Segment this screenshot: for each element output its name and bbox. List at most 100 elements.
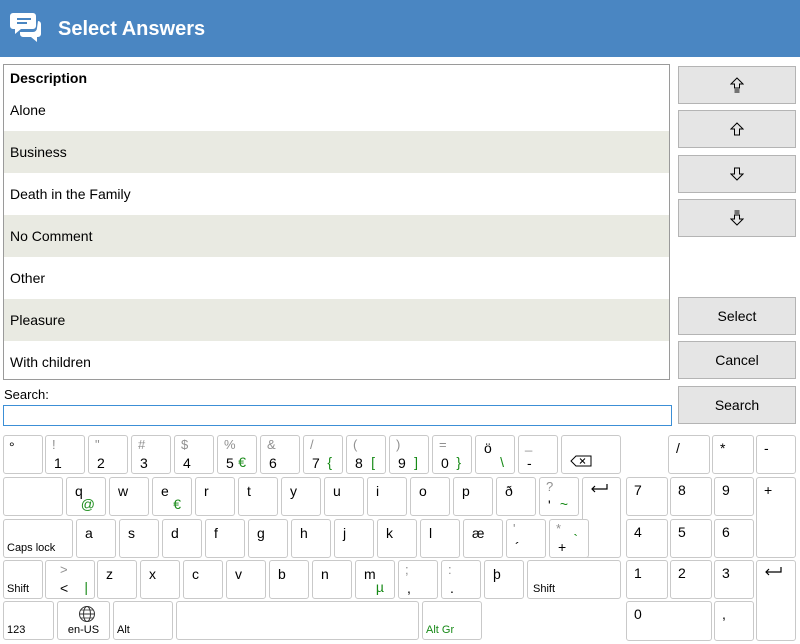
key-2[interactable]: " 2 xyxy=(88,435,128,474)
key-plus[interactable]: * + ` xyxy=(549,519,589,558)
shift-left-key[interactable]: Shift xyxy=(3,560,43,599)
numpad-1[interactable]: 1 xyxy=(626,560,668,599)
select-button[interactable]: Select xyxy=(678,297,796,335)
numpad-divide[interactable]: / xyxy=(668,435,710,474)
alt-gr-key[interactable]: Alt Gr xyxy=(422,601,482,640)
numpad-5[interactable]: 5 xyxy=(670,519,712,558)
key-tab-blank[interactable] xyxy=(3,477,63,516)
key-j[interactable]: j xyxy=(334,519,374,558)
search-input[interactable] xyxy=(3,405,672,426)
key-s[interactable]: s xyxy=(119,519,159,558)
move-down-button[interactable] xyxy=(678,155,796,193)
numpad-minus[interactable]: - xyxy=(756,435,796,474)
numpad-comma[interactable]: , xyxy=(714,601,754,641)
key-less-than[interactable]: > < | xyxy=(45,560,95,599)
numpad-plus[interactable]: + xyxy=(756,477,796,558)
numpad-0[interactable]: 0 xyxy=(626,601,712,641)
alt-key[interactable]: Alt xyxy=(113,601,173,640)
numpad-8[interactable]: 8 xyxy=(670,477,712,516)
key-t[interactable]: t xyxy=(238,477,278,516)
key-o[interactable]: o xyxy=(410,477,450,516)
key-b[interactable]: b xyxy=(269,560,309,599)
key-d[interactable]: d xyxy=(162,519,202,558)
numbers-toggle-key[interactable]: 123 xyxy=(3,601,54,640)
caps-lock-key[interactable]: Caps lock xyxy=(3,519,73,558)
enter-icon xyxy=(765,567,782,576)
key-q[interactable]: q @ xyxy=(66,477,106,516)
move-to-bottom-icon xyxy=(730,210,744,226)
list-item[interactable]: Alone xyxy=(4,89,669,131)
key-7[interactable]: / 7 { xyxy=(303,435,343,474)
key-period[interactable]: : . xyxy=(441,560,481,599)
key-g[interactable]: g xyxy=(248,519,288,558)
key-w[interactable]: w xyxy=(109,477,149,516)
cancel-button[interactable]: Cancel xyxy=(678,341,796,379)
key-n[interactable]: n xyxy=(312,560,352,599)
numpad-enter[interactable] xyxy=(756,560,796,641)
numpad-7[interactable]: 7 xyxy=(626,477,668,516)
key-5[interactable]: % 5 € xyxy=(217,435,257,474)
key-0[interactable]: = 0 } xyxy=(432,435,472,474)
move-down-icon xyxy=(730,167,744,181)
key-y[interactable]: y xyxy=(281,477,321,516)
key-h[interactable]: h xyxy=(291,519,331,558)
numpad-2[interactable]: 2 xyxy=(670,560,712,599)
list-item[interactable]: Death in the Family xyxy=(4,173,669,215)
key-z[interactable]: z xyxy=(97,560,137,599)
key-i[interactable]: i xyxy=(367,477,407,516)
key-l[interactable]: l xyxy=(420,519,460,558)
key-acute[interactable]: ' ´ xyxy=(506,519,546,558)
key-x[interactable]: x xyxy=(140,560,180,599)
key-comma[interactable]: ; , xyxy=(398,560,438,599)
key-hyphen[interactable]: _ - xyxy=(518,435,558,474)
numpad-4[interactable]: 4 xyxy=(626,519,668,558)
key-r[interactable]: r xyxy=(195,477,235,516)
key-p[interactable]: p xyxy=(453,477,493,516)
key-3[interactable]: # 3 xyxy=(131,435,171,474)
list-item[interactable]: No Comment xyxy=(4,215,669,257)
answers-list[interactable]: Description Alone Business Death in the … xyxy=(3,64,670,380)
key-u[interactable]: u xyxy=(324,477,364,516)
key-o-umlaut[interactable]: ö \ xyxy=(475,435,515,474)
enter-icon xyxy=(591,484,608,493)
list-item[interactable]: Other xyxy=(4,257,669,299)
language-key[interactable]: en-US xyxy=(57,601,110,640)
key-thorn[interactable]: þ xyxy=(484,560,524,599)
numpad-9[interactable]: 9 xyxy=(714,477,754,516)
search-button[interactable]: Search xyxy=(678,386,796,424)
numpad-3[interactable]: 3 xyxy=(714,560,754,599)
move-to-bottom-button[interactable] xyxy=(678,199,796,237)
backspace-key[interactable] xyxy=(561,435,621,474)
key-6[interactable]: & 6 xyxy=(260,435,300,474)
key-f[interactable]: f xyxy=(205,519,245,558)
key-a[interactable]: a xyxy=(76,519,116,558)
key-9[interactable]: ) 9 ] xyxy=(389,435,429,474)
key-e[interactable]: e € xyxy=(152,477,192,516)
list-item[interactable]: With children xyxy=(4,341,669,379)
chat-bubbles-icon xyxy=(10,13,41,42)
key-1[interactable]: ! 1 xyxy=(45,435,85,474)
key-8[interactable]: ( 8 [ xyxy=(346,435,386,474)
list-item[interactable]: Business xyxy=(4,131,669,173)
move-up-button[interactable] xyxy=(678,110,796,148)
spacebar-key[interactable] xyxy=(176,601,419,640)
key-degree[interactable]: ° xyxy=(3,435,43,474)
backspace-icon xyxy=(570,455,592,467)
list-item[interactable]: Pleasure xyxy=(4,299,669,341)
numpad-multiply[interactable]: * xyxy=(712,435,754,474)
key-4[interactable]: $ 4 xyxy=(174,435,214,474)
key-eth[interactable]: ð xyxy=(496,477,536,516)
shift-right-key[interactable]: Shift xyxy=(527,560,621,599)
globe-icon xyxy=(79,606,95,622)
move-to-top-button[interactable] xyxy=(678,66,796,104)
key-ae[interactable]: æ xyxy=(463,519,503,558)
key-k[interactable]: k xyxy=(377,519,417,558)
key-apostrophe[interactable]: ? ' ~ xyxy=(539,477,579,516)
key-v[interactable]: v xyxy=(226,560,266,599)
key-c[interactable]: c xyxy=(183,560,223,599)
key-m[interactable]: m µ xyxy=(355,560,395,599)
numpad-6[interactable]: 6 xyxy=(714,519,754,558)
search-label: Search: xyxy=(4,387,49,402)
list-header-description: Description xyxy=(10,70,88,86)
title-bar: Select Answers xyxy=(0,0,800,57)
